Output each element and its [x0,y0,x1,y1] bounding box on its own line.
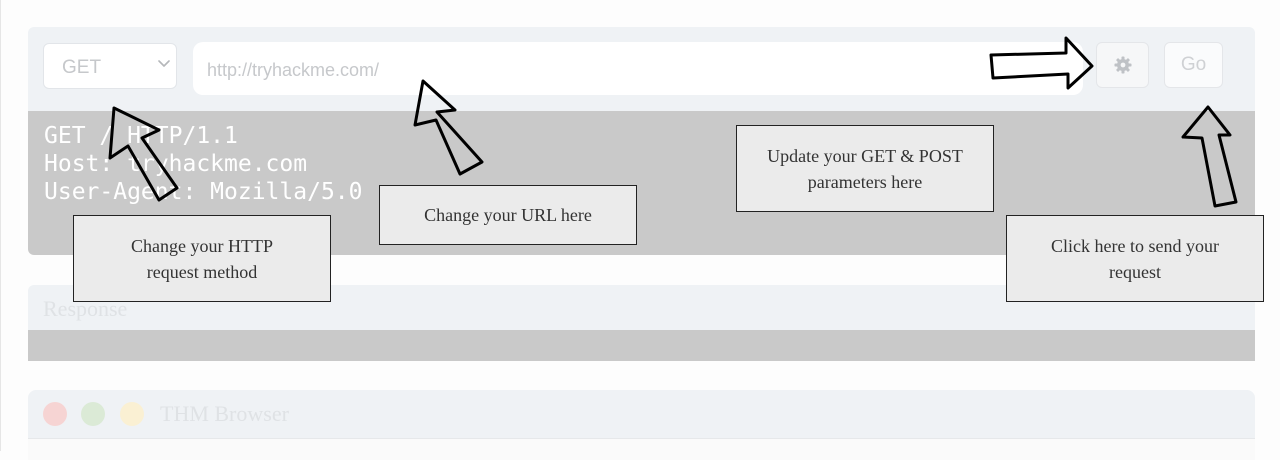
arrow-to-method-icon [108,106,179,202]
callout-url: Change your URL here [379,185,637,245]
callout-url-text: Change your URL here [424,205,592,225]
arrow-to-url-icon [413,79,484,176]
callout-send: Click here to send your request [1006,215,1264,302]
arrow-to-settings-icon [989,36,1094,90]
callout-params: Update your GET & POST parameters here [736,125,994,212]
callout-method: Change your HTTP request method [73,215,331,302]
arrow-to-go-icon [1181,105,1238,208]
callout-method-text: Change your HTTP request method [131,235,273,282]
callout-send-text: Click here to send your request [1051,235,1219,282]
callout-params-text: Update your GET & POST parameters here [767,145,963,192]
